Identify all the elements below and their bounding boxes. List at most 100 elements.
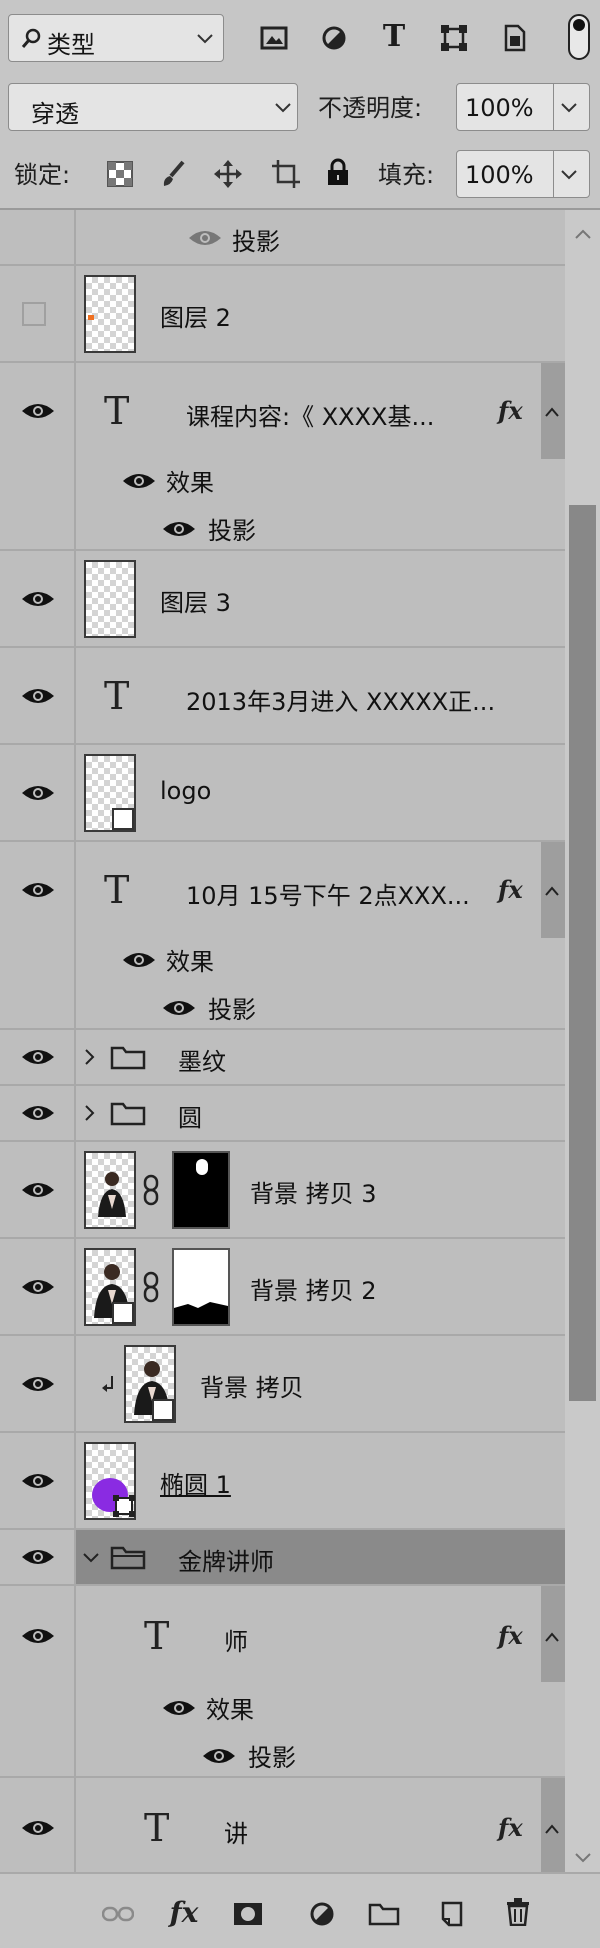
link-layers-icon[interactable]	[100, 1896, 136, 1932]
visibility-eye-icon[interactable]	[21, 880, 55, 900]
chevron-right-icon[interactable]	[84, 1048, 96, 1066]
layer-name[interactable]: 椭圆 1	[160, 1465, 231, 1500]
layer-row[interactable]: logo	[0, 745, 565, 842]
filter-adjustment-icon[interactable]	[316, 20, 352, 56]
visibility-eye-icon[interactable]	[21, 783, 55, 803]
layer-name[interactable]: 背景 拷贝 3	[250, 1174, 377, 1209]
new-group-folder-icon[interactable]	[366, 1896, 402, 1932]
layer-name[interactable]: 10月 15号下午 2点XXX...	[186, 876, 470, 911]
blend-mode-dropdown[interactable]: 穿透	[8, 83, 298, 131]
layer-row[interactable]: T 2013年3月进入 XXXXX正...	[0, 648, 565, 745]
visibility-eye-icon[interactable]	[162, 519, 196, 539]
layer-name[interactable]: 师	[224, 1622, 248, 1657]
scroll-up-icon[interactable]	[574, 228, 592, 240]
layer-name[interactable]: 图层 2	[160, 298, 231, 333]
visibility-eye-icon[interactable]	[162, 998, 196, 1018]
visibility-eye-icon[interactable]	[21, 1547, 55, 1567]
opacity-field[interactable]: 100%	[456, 83, 590, 131]
layer-name[interactable]: 背景 拷贝 2	[250, 1271, 377, 1306]
visibility-eye-icon[interactable]	[21, 1626, 55, 1646]
filter-pixel-icon[interactable]	[256, 20, 292, 56]
chevron-down-icon[interactable]	[561, 169, 577, 181]
visibility-eye-icon[interactable]	[21, 1047, 55, 1067]
fx-icon[interactable]: fx	[498, 875, 523, 904]
layer-name[interactable]: 圆	[178, 1098, 202, 1133]
layer-row[interactable]: 背景 拷贝 3	[0, 1142, 565, 1239]
visibility-eye-icon[interactable]	[162, 1698, 196, 1718]
fill-field[interactable]: 100%	[456, 150, 590, 198]
layer-name[interactable]: 讲	[224, 1814, 248, 1849]
filter-smart-object-icon[interactable]	[496, 20, 532, 56]
layer-row[interactable]: T 讲 fx 效果	[0, 1778, 565, 1872]
collapse-effects-icon[interactable]	[545, 405, 559, 419]
layer-row[interactable]: T 课程内容:《 XXXX基... fx 效果 投影	[0, 363, 565, 551]
chevron-down-icon[interactable]	[561, 102, 577, 114]
lock-transparent-pixels-icon[interactable]	[102, 156, 138, 192]
lock-all-icon[interactable]	[320, 154, 356, 190]
layer-row[interactable]: T 10月 15号下午 2点XXX... fx 效果 投影	[0, 842, 565, 1030]
visibility-eye-icon[interactable]	[21, 589, 55, 609]
new-adjustment-layer-icon[interactable]	[304, 1896, 340, 1932]
folder-open-icon	[110, 1546, 146, 1570]
layer-group-row[interactable]: 圆	[0, 1086, 565, 1142]
chevron-down-icon[interactable]	[82, 1552, 100, 1564]
visibility-eye-icon[interactable]	[202, 1746, 236, 1766]
collapse-effects-icon[interactable]	[545, 884, 559, 898]
layer-name[interactable]: 图层 3	[160, 583, 231, 618]
new-layer-icon[interactable]	[434, 1896, 470, 1932]
layer-name[interactable]: 课程内容:《 XXXX基...	[186, 397, 434, 432]
layer-row[interactable]: T 师 fx 效果 投影	[0, 1586, 565, 1778]
link-chain-icon[interactable]	[142, 1174, 160, 1206]
add-layer-style-icon[interactable]: fx	[166, 1894, 202, 1930]
fx-icon[interactable]: fx	[498, 1621, 523, 1650]
layer-row[interactable]: 椭圆 1	[0, 1433, 565, 1530]
visibility-eye-icon[interactable]	[21, 1103, 55, 1123]
layer-row[interactable]: 背景 拷贝	[0, 1336, 565, 1433]
layer-name[interactable]: 金牌讲师	[178, 1542, 274, 1577]
layer-effect-row[interactable]: 投影	[0, 210, 565, 266]
lock-position-icon[interactable]	[210, 156, 246, 192]
filter-toggle-knob	[573, 19, 585, 31]
visibility-eye-icon[interactable]	[122, 471, 156, 491]
visibility-eye-icon[interactable]	[21, 1818, 55, 1838]
filter-toggle[interactable]	[568, 14, 590, 60]
delete-layer-icon[interactable]	[500, 1894, 536, 1930]
visibility-eye-icon[interactable]	[21, 1374, 55, 1394]
collapse-effects-icon[interactable]	[545, 1630, 559, 1644]
fx-icon[interactable]: fx	[498, 396, 523, 425]
scrollbar-thumb[interactable]	[569, 505, 596, 1401]
visibility-eye-icon[interactable]	[122, 950, 156, 970]
visibility-toggle[interactable]	[22, 302, 46, 326]
layer-name[interactable]: 墨纹	[178, 1042, 226, 1077]
layer-mask-thumbnail[interactable]	[172, 1151, 230, 1229]
layer-group-row[interactable]: 墨纹	[0, 1030, 565, 1086]
filter-type-icon[interactable]: T	[376, 18, 412, 54]
visibility-eye-icon[interactable]	[21, 401, 55, 421]
layer-group-row-selected[interactable]: 金牌讲师	[0, 1530, 565, 1586]
filter-kind-dropdown[interactable]: 类型	[8, 14, 224, 62]
scroll-down-icon[interactable]	[574, 1852, 592, 1864]
visibility-eye-icon[interactable]	[21, 1180, 55, 1200]
chevron-right-icon[interactable]	[84, 1104, 96, 1122]
link-chain-icon[interactable]	[142, 1271, 160, 1303]
visibility-eye-icon[interactable]	[21, 1471, 55, 1491]
person-photo-icon	[98, 1172, 126, 1217]
filter-shape-icon[interactable]	[436, 20, 472, 56]
layer-name[interactable]: logo	[160, 777, 211, 805]
add-mask-icon[interactable]	[230, 1896, 266, 1932]
visibility-eye-icon[interactable]	[188, 228, 222, 248]
layer-name[interactable]: 2013年3月进入 XXXXX正...	[186, 682, 495, 717]
visibility-eye-icon[interactable]	[21, 686, 55, 706]
visibility-eye-icon[interactable]	[21, 1277, 55, 1297]
layer-row[interactable]: 背景 拷贝 2	[0, 1239, 565, 1336]
collapse-effects-icon[interactable]	[545, 1822, 559, 1836]
fx-icon[interactable]: fx	[498, 1813, 523, 1842]
folder-icon	[110, 1102, 146, 1126]
effects-label: 效果	[206, 1696, 254, 1724]
layer-row[interactable]: 图层 2	[0, 266, 565, 363]
lock-image-pixels-icon[interactable]	[156, 156, 192, 192]
layer-row[interactable]: 图层 3	[0, 551, 565, 648]
lock-artboard-icon[interactable]	[268, 156, 304, 192]
layer-mask-thumbnail[interactable]	[172, 1248, 230, 1326]
layer-name[interactable]: 背景 拷贝	[200, 1368, 304, 1403]
